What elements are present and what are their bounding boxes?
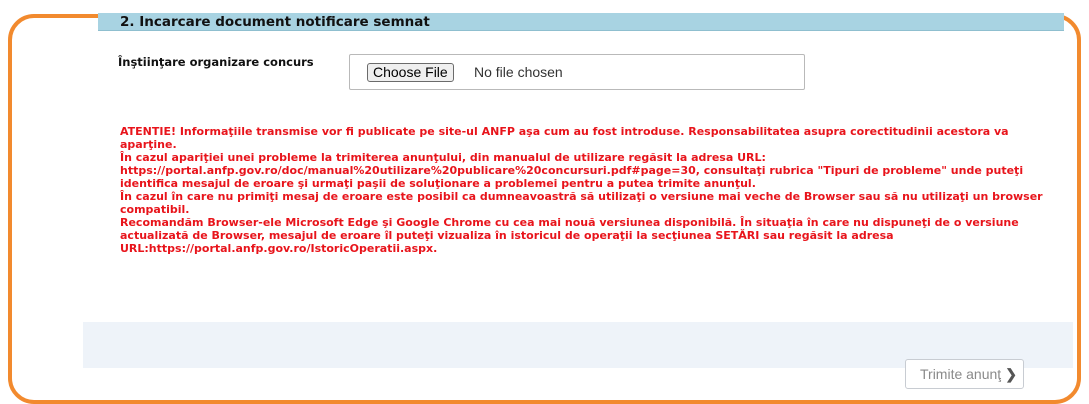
submit-label: Trimite anunţ xyxy=(920,366,1002,382)
warning-line-manual: În cazul apariţiei unei probleme la trim… xyxy=(120,151,1024,190)
notice-file-input[interactable]: Choose File No file chosen xyxy=(349,54,805,90)
warning-line-browser: În cazul în care nu primiţi mesaj de ero… xyxy=(120,190,1043,216)
file-status-text: No file chosen xyxy=(474,64,563,80)
submit-announcement-button[interactable]: Trimite anunţ ❯ xyxy=(905,359,1024,389)
warning-line-responsibility: ATENTIE! Informaţiile transmise vor fi p… xyxy=(120,125,1009,151)
section-title: 2. Incarcare document notificare semnat xyxy=(98,13,1064,31)
notice-file-label: Înştiinţare organizare concurs xyxy=(118,55,314,69)
warning-message: ATENTIE! Informaţiile transmise vor fi p… xyxy=(120,125,1050,255)
chevron-right-icon: ❯ xyxy=(1005,366,1017,382)
warning-line-recommendation: Recomandăm Browser-ele Microsoft Edge şi… xyxy=(120,216,1019,255)
choose-file-button[interactable]: Choose File xyxy=(367,63,454,82)
